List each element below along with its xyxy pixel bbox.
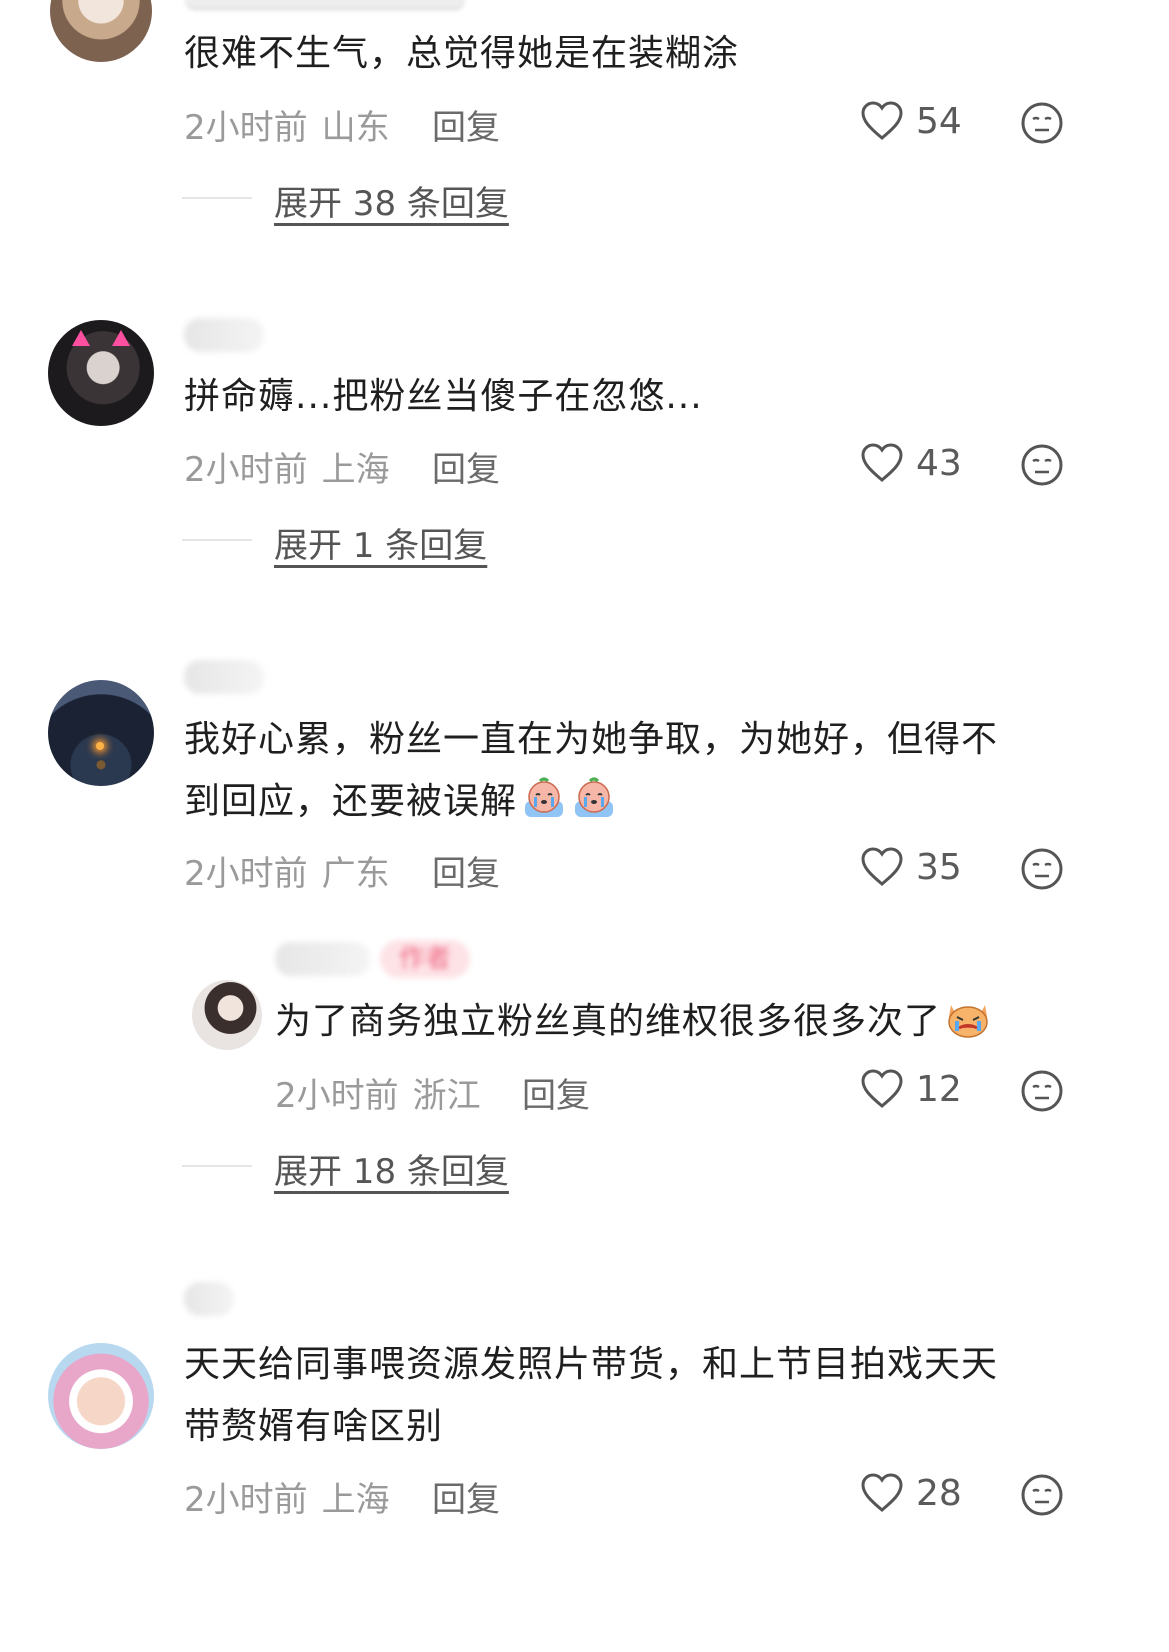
neutral-face-icon[interactable]: [1020, 847, 1064, 891]
like-button[interactable]: 43: [860, 442, 962, 484]
reply-text: 为了商务独立粉丝真的维权很多很多次了: [275, 990, 991, 1054]
author-tag: 作者: [380, 940, 470, 978]
reply-button[interactable]: 回复: [432, 846, 500, 895]
reply-button[interactable]: 回复: [432, 442, 500, 491]
neutral-face-icon[interactable]: [1020, 1473, 1064, 1517]
like-count: 35: [916, 846, 962, 888]
avatar[interactable]: [50, 0, 152, 62]
comment-time: 2小时前: [184, 854, 308, 894]
angry-cat-emoji: [948, 1005, 988, 1038]
heart-outline-icon: [861, 1473, 903, 1512]
comment-meta: 2小时前 上海: [184, 1472, 390, 1521]
heart-outline-icon: [861, 1069, 903, 1108]
comment-text: 拼命薅...把粉丝当傻子在忽悠...: [184, 376, 703, 417]
username-blurred[interactable]: [184, 318, 264, 352]
username-blurred[interactable]: [185, 0, 465, 10]
like-button[interactable]: 54: [860, 100, 962, 142]
reply-button[interactable]: 回复: [432, 100, 500, 149]
expand-replies-link[interactable]: 展开 38 条回复: [274, 176, 509, 225]
divider: [182, 539, 252, 541]
divider: [182, 197, 252, 199]
comment-location: 上海: [321, 450, 390, 490]
comment-location: 广东: [321, 854, 390, 894]
like-count: 28: [916, 1472, 962, 1514]
expand-replies-link[interactable]: 展开 18 条回复: [274, 1144, 509, 1193]
like-button[interactable]: 12: [860, 1068, 962, 1110]
comment-time: 2小时前: [184, 450, 308, 490]
comment-location: 山东: [321, 108, 390, 148]
comment-text-line2: 到回应，还要被误解: [184, 770, 617, 834]
like-button[interactable]: 28: [860, 1472, 962, 1514]
neutral-face-icon[interactable]: [1020, 101, 1064, 145]
reply-meta: 2小时前 浙江: [275, 1068, 481, 1117]
crying-emoji: [575, 777, 614, 817]
avatar[interactable]: [48, 320, 154, 426]
comment-text-line1: 我好心累，粉丝一直在为她争取，为她好，但得不: [184, 719, 999, 760]
comment-time: 2小时前: [184, 1480, 308, 1520]
like-count: 43: [916, 442, 962, 484]
heart-outline-icon: [861, 847, 903, 886]
avatar[interactable]: [48, 1343, 154, 1449]
comment-text: 很难不生气，总觉得她是在装糊涂: [184, 33, 740, 74]
comment-meta: 2小时前 山东: [184, 100, 390, 149]
comment-text-line1: 天天给同事喂资源发照片带货，和上节目拍戏天天: [184, 1344, 999, 1385]
neutral-face-icon[interactable]: [1020, 1069, 1064, 1113]
reply-button[interactable]: 回复: [522, 1068, 590, 1117]
comment-location: 浙江: [412, 1076, 481, 1116]
comment-meta: 2小时前 上海: [184, 442, 390, 491]
heart-outline-icon: [861, 443, 903, 482]
like-count: 54: [916, 100, 962, 142]
username-blurred[interactable]: [184, 660, 264, 694]
expand-replies-link[interactable]: 展开 1 条回复: [274, 518, 487, 567]
avatar[interactable]: [48, 680, 154, 786]
like-count: 12: [916, 1068, 962, 1110]
like-button[interactable]: 35: [860, 846, 962, 888]
username-blurred[interactable]: [275, 942, 370, 976]
username-blurred[interactable]: [184, 1282, 234, 1316]
heart-outline-icon: [861, 101, 903, 140]
comment-meta: 2小时前 广东: [184, 846, 390, 895]
divider: [182, 1165, 252, 1167]
reply-avatar[interactable]: [192, 980, 262, 1050]
comment-time: 2小时前: [184, 108, 308, 148]
comment-text-line2: 带赘婿有啥区别: [184, 1406, 444, 1447]
neutral-face-icon[interactable]: [1020, 443, 1064, 487]
comment-time: 2小时前: [275, 1076, 399, 1116]
crying-emoji: [525, 777, 564, 817]
comment-location: 上海: [321, 1480, 390, 1520]
comment-list: 很难不生气，总觉得她是在装糊涂 2小时前 山东 回复 54 展开 38 条回复 拼…: [0, 0, 1169, 1652]
reply-button[interactable]: 回复: [432, 1472, 500, 1521]
